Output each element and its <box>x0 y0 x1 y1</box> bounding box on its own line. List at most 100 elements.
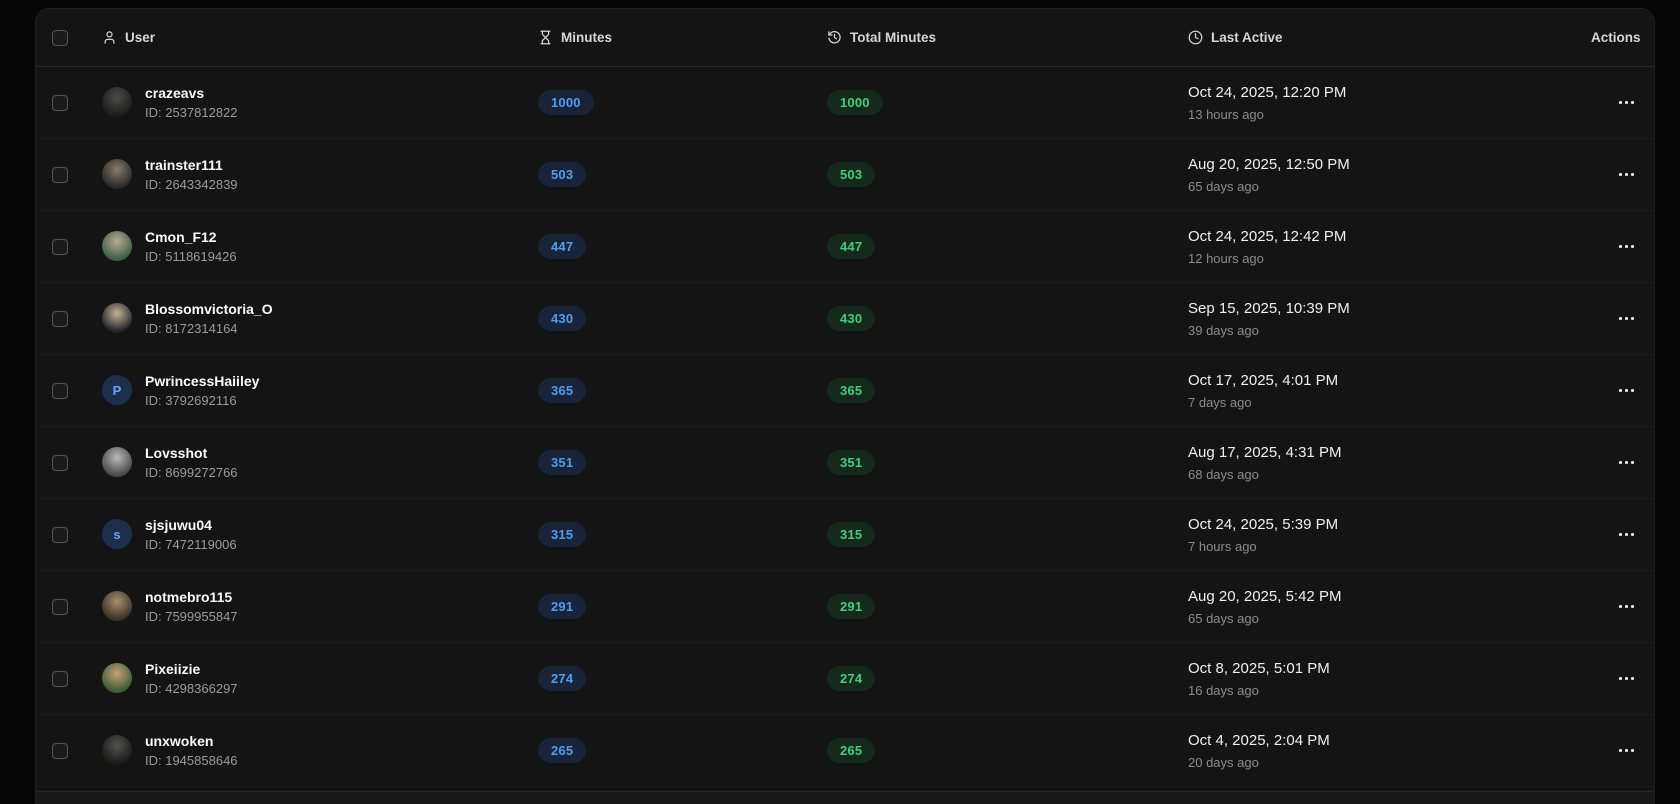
user-cell: Lovsshot ID: 8699272766 <box>102 445 538 480</box>
user-meta: unxwoken ID: 1945858646 <box>145 733 238 768</box>
ellipsis-icon <box>1618 749 1622 752</box>
last-active-cell: Aug 17, 2025, 4:31 PM 68 days ago <box>1188 444 1591 482</box>
username: notmebro115 <box>145 589 233 606</box>
column-label: Actions <box>1591 30 1641 45</box>
row-checkbox[interactable] <box>52 526 68 543</box>
total-minutes-cell: 365 <box>827 378 1188 403</box>
total-minutes-cell: 1000 <box>827 90 1188 115</box>
username: sjsjuwu04 <box>145 517 212 534</box>
row-actions-menu-button[interactable] <box>1612 163 1640 187</box>
user-id: ID: 4298366297 <box>145 680 238 696</box>
avatar <box>102 447 132 478</box>
row-checkbox-cell <box>36 166 102 183</box>
actions-cell <box>1612 163 1654 187</box>
minutes-badge: 1000 <box>538 90 594 115</box>
last-active-date: Oct 24, 2025, 5:39 PM <box>1188 515 1339 533</box>
minutes-cell: 265 <box>538 738 827 763</box>
user-id: ID: 7599955847 <box>145 608 238 624</box>
ellipsis-icon <box>1618 461 1622 464</box>
row-actions-menu-button[interactable] <box>1612 91 1640 115</box>
minutes-badge: 351 <box>538 450 587 475</box>
username: Blossomvictoria_O <box>145 301 273 318</box>
total-minutes-badge: 365 <box>827 378 876 403</box>
row-checkbox[interactable] <box>52 310 68 327</box>
total-minutes-cell: 315 <box>827 522 1188 547</box>
user-id: ID: 8699272766 <box>145 464 238 480</box>
row-checkbox-cell <box>36 598 102 615</box>
ellipsis-icon <box>1618 317 1622 320</box>
row-actions-menu-button[interactable] <box>1612 523 1640 547</box>
column-label: Total Minutes <box>850 30 936 45</box>
row-actions-menu-button[interactable] <box>1612 667 1640 691</box>
row-actions-menu-button[interactable] <box>1612 379 1640 403</box>
row-actions-menu-button[interactable] <box>1612 307 1640 331</box>
username: Pixeiizie <box>145 661 201 678</box>
table-row: Lovsshot ID: 8699272766 351 351 Aug 17, … <box>36 427 1654 499</box>
minutes-cell: 503 <box>538 162 827 187</box>
avatar <box>102 87 132 118</box>
user-meta: Cmon_F12 ID: 5118619426 <box>145 229 237 264</box>
last-active-relative: 13 hours ago <box>1188 106 1264 122</box>
ellipsis-icon <box>1618 677 1622 680</box>
username: Lovsshot <box>145 445 208 462</box>
minutes-badge: 503 <box>538 162 587 187</box>
total-minutes-badge: 1000 <box>827 90 883 115</box>
row-checkbox[interactable] <box>52 94 68 111</box>
ellipsis-icon <box>1618 605 1622 608</box>
row-checkbox[interactable] <box>52 166 68 183</box>
last-active-cell: Oct 24, 2025, 12:20 PM 13 hours ago <box>1188 84 1591 122</box>
user-id: ID: 3792692116 <box>145 392 237 408</box>
table-row: notmebro115 ID: 7599955847 291 291 Aug 2… <box>36 571 1654 643</box>
total-minutes-cell: 430 <box>827 306 1188 331</box>
last-active-relative: 7 hours ago <box>1188 538 1257 554</box>
avatar <box>102 159 132 190</box>
row-checkbox[interactable] <box>52 238 68 255</box>
last-active-relative: 12 hours ago <box>1188 250 1264 266</box>
column-label: User <box>125 30 156 45</box>
total-minutes-badge: 351 <box>827 450 876 475</box>
total-minutes-cell: 503 <box>827 162 1188 187</box>
actions-cell <box>1612 595 1654 619</box>
row-checkbox[interactable] <box>52 454 68 471</box>
column-header-actions: Actions <box>1591 30 1659 45</box>
last-active-cell: Aug 20, 2025, 5:42 PM 65 days ago <box>1188 588 1591 626</box>
last-active-date: Oct 24, 2025, 12:20 PM <box>1188 83 1347 101</box>
minutes-badge: 365 <box>538 378 587 403</box>
row-actions-menu-button[interactable] <box>1612 595 1640 619</box>
row-checkbox[interactable] <box>52 742 68 759</box>
total-minutes-cell: 274 <box>827 666 1188 691</box>
row-checkbox[interactable] <box>52 670 68 687</box>
actions-cell <box>1612 235 1654 259</box>
last-active-date: Aug 20, 2025, 12:50 PM <box>1188 155 1350 173</box>
row-actions-menu-button[interactable] <box>1612 739 1640 763</box>
last-active-date: Oct 17, 2025, 4:01 PM <box>1188 371 1339 389</box>
user-meta: PwrincessHaiiley ID: 3792692116 <box>145 373 259 408</box>
column-header-total-minutes: Total Minutes <box>827 30 1188 45</box>
row-actions-menu-button[interactable] <box>1612 451 1640 475</box>
total-minutes-cell: 291 <box>827 594 1188 619</box>
total-minutes-cell: 265 <box>827 738 1188 763</box>
last-active-cell: Oct 24, 2025, 12:42 PM 12 hours ago <box>1188 228 1591 266</box>
table-header-row: User Minutes Total Minutes Last Active A… <box>36 9 1654 67</box>
row-checkbox[interactable] <box>52 382 68 399</box>
ellipsis-icon <box>1618 533 1622 536</box>
last-active-relative: 65 days ago <box>1188 178 1259 194</box>
minutes-badge: 315 <box>538 522 587 547</box>
row-checkbox-cell <box>36 454 102 471</box>
user-id: ID: 2537812822 <box>145 104 238 120</box>
clock-icon <box>1188 30 1203 45</box>
user-cell: Blossomvictoria_O ID: 8172314164 <box>102 301 538 336</box>
row-actions-menu-button[interactable] <box>1612 235 1640 259</box>
row-checkbox[interactable] <box>52 598 68 615</box>
table-body: crazeavs ID: 2537812822 1000 1000 Oct 24… <box>36 67 1654 787</box>
minutes-cell: 1000 <box>538 90 827 115</box>
select-all-checkbox[interactable] <box>52 29 68 46</box>
history-icon <box>828 31 841 44</box>
last-active-date: Oct 24, 2025, 12:42 PM <box>1188 227 1347 245</box>
row-checkbox-cell <box>36 670 102 687</box>
ellipsis-icon <box>1618 173 1622 176</box>
minutes-badge: 291 <box>538 594 587 619</box>
last-active-relative: 16 days ago <box>1188 682 1259 698</box>
user-id: ID: 5118619426 <box>145 248 237 264</box>
avatar: s <box>102 519 132 550</box>
